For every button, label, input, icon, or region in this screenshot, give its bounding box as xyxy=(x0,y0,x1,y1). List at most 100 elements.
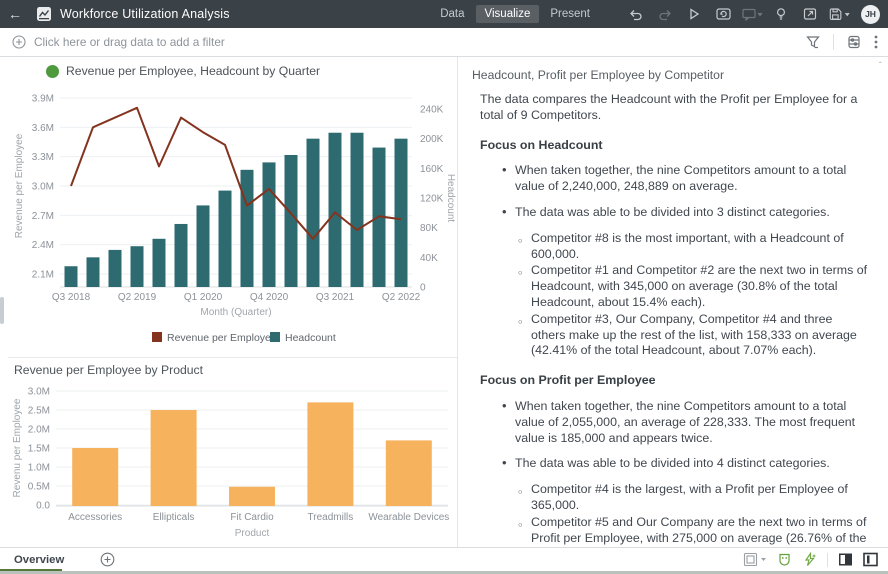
refresh-data-icon[interactable] xyxy=(712,5,734,23)
workbook-icon xyxy=(37,7,51,21)
x-axis-tick: Q2 2019 xyxy=(118,292,157,303)
header-mode-tabs: Data Visualize Present xyxy=(431,5,599,23)
y-axis-tick: 0.5M xyxy=(28,482,50,493)
left-axis-tick: 3.0M xyxy=(32,182,54,193)
analysis-bullet: The data was able to be divided into 4 d… xyxy=(502,455,870,472)
user-avatar[interactable]: JH xyxy=(861,4,880,24)
x-axis-title: Month (Quarter) xyxy=(200,307,271,318)
left-axis-tick: 2.7M xyxy=(32,211,54,222)
bar-treadmills[interactable] xyxy=(307,402,354,506)
right-axis-tick: 160K xyxy=(420,164,444,175)
canvas-tab-overview[interactable]: Overview xyxy=(0,548,82,572)
analysis-section-heading: Focus on Profit per Employee xyxy=(480,373,656,388)
notes-icon[interactable] xyxy=(741,5,763,23)
right-axis-tick: 40K xyxy=(420,253,438,264)
headcount-bars xyxy=(64,132,408,287)
x-axis-tick: Wearable Devices xyxy=(368,512,449,523)
x-axis-tick: Q4 2020 xyxy=(250,292,289,303)
combo-chart-plot: 2.1M 2.4M 2.7M 3.0M 3.3M 3.6M 3.9M 0 40K 80K 120K 1… xyxy=(14,94,456,345)
left-axis-tick: 3.9M xyxy=(32,94,54,105)
right-axis-tick: 200K xyxy=(420,134,444,145)
add-canvas-button[interactable] xyxy=(100,552,115,567)
bar-accessories[interactable] xyxy=(72,448,119,506)
redo-icon[interactable] xyxy=(654,5,676,23)
bar-Q2 2020[interactable] xyxy=(218,190,232,287)
bar-Q4 2019[interactable] xyxy=(174,223,188,287)
canvas-bar: Overview xyxy=(0,547,888,572)
x-axis-tick: Q2 2022 xyxy=(382,292,421,303)
bar-wearable-devices[interactable] xyxy=(385,440,432,506)
auto-insights-text-panel: Headcount, Profit per Employee by Compet… xyxy=(457,57,878,547)
header-tab-data[interactable]: Data xyxy=(431,5,473,23)
left-axis-tick: 3.3M xyxy=(32,152,54,163)
bar-ellipticals[interactable] xyxy=(150,410,197,506)
header-bar: ← Workforce Utilization Analysis Data Vis… xyxy=(0,0,888,28)
bar-Q1 2021[interactable] xyxy=(284,154,298,287)
x-axis-tick: Q1 2020 xyxy=(184,292,223,303)
export-icon[interactable] xyxy=(799,5,821,23)
bar-Q3 2018[interactable] xyxy=(64,266,78,287)
filter-controls-icon[interactable] xyxy=(846,34,862,50)
y-axis-tick: 1.5M xyxy=(28,444,50,455)
x-axis-tick: Treadmills xyxy=(308,512,354,523)
legend-swatch-line[interactable] xyxy=(152,332,162,342)
header-tab-present[interactable]: Present xyxy=(541,5,599,23)
add-filter-target[interactable]: Click here or drag data to add a filter xyxy=(12,35,805,49)
back-button[interactable]: ← xyxy=(0,6,30,22)
x-axis-tick: Ellipticals xyxy=(153,512,195,523)
left-axis-title: Revenue per Employee xyxy=(14,133,25,238)
combo-chart-title: Revenue per Employee, Headcount by Quart… xyxy=(66,64,321,78)
collapse-panel-chevron-icon[interactable]: ˆ xyxy=(879,61,882,70)
bar-fit-cardio[interactable] xyxy=(229,486,275,506)
y-axis-title: Revenu per Employee xyxy=(12,398,23,497)
app-window: ← Workforce Utilization Analysis Data Vis… xyxy=(0,0,888,574)
bar-Q4 2021[interactable] xyxy=(350,132,364,287)
x-axis-tick: Q3 2018 xyxy=(52,292,91,303)
analysis-paragraph: The data compares the Headcount with the… xyxy=(480,92,858,122)
x-axis-tick: Q3 2021 xyxy=(316,292,355,303)
legend-label-bars: Headcount xyxy=(285,332,336,344)
header-tab-visualize[interactable]: Visualize xyxy=(475,5,540,23)
bar-Q1 2020[interactable] xyxy=(196,205,210,287)
canvas-tab-label: Overview xyxy=(14,553,65,566)
bar-Q3 2021[interactable] xyxy=(328,132,342,287)
bar-Q3 2019[interactable] xyxy=(152,238,166,287)
canvas-layout-icon[interactable] xyxy=(743,552,767,567)
right-axis-tick: 0 xyxy=(420,283,426,294)
combo-chart-legend: Revenue per Employee Headcount xyxy=(152,332,336,344)
legend-swatch-bars[interactable] xyxy=(270,332,280,342)
auto-insights-spark-icon[interactable] xyxy=(802,552,817,567)
y-axis-tick: 3.0M xyxy=(28,387,50,398)
left-axis-tick: 2.1M xyxy=(32,270,54,281)
viz-filter-applied-icon[interactable] xyxy=(46,64,59,102)
limit-values-funnel-icon[interactable] xyxy=(805,34,821,50)
legend-label-line: Revenue per Employee xyxy=(167,332,277,344)
right-axis-tick: 240K xyxy=(420,105,444,116)
data-quality-insights-icon[interactable] xyxy=(777,552,792,567)
insights-lightbulb-icon[interactable] xyxy=(770,5,792,23)
bar-Q4 2020[interactable] xyxy=(262,162,276,287)
viz-combo-chart[interactable]: Revenue per Employee, Headcount by Quart… xyxy=(8,57,457,358)
filter-bar-menu-kebab-icon[interactable] xyxy=(874,34,878,50)
analysis-sub-bullet: Competitor #5 and Our Company are the ne… xyxy=(518,515,870,547)
right-axis-tick: 80K xyxy=(420,223,438,234)
bar-Q2 2021[interactable] xyxy=(306,138,320,287)
bar-Q2 2022[interactable] xyxy=(394,138,408,287)
canvas-bar-divider xyxy=(827,552,828,567)
right-axis-tick: 120K xyxy=(420,194,444,205)
left-scrollbar-thumb[interactable] xyxy=(0,297,4,324)
bar-Q1 2019[interactable] xyxy=(108,249,122,287)
toggle-right-panel-icon[interactable] xyxy=(863,552,878,567)
bar-Q3 2020[interactable] xyxy=(240,169,254,287)
preview-play-icon[interactable] xyxy=(683,5,705,23)
toggle-left-panel-icon[interactable] xyxy=(838,552,853,567)
analysis-bullet: The data was able to be divided into 3 d… xyxy=(502,204,870,221)
viz-bar-chart[interactable]: Revenue per Employee by Product 0.0 0.5M 1… xyxy=(8,359,457,547)
workbook-title: Workforce Utilization Analysis xyxy=(60,7,230,21)
bar-Q4 2018[interactable] xyxy=(86,257,100,287)
bar-Q2 2019[interactable] xyxy=(130,246,144,287)
x-axis-tick: Fit Cardio xyxy=(230,512,274,523)
undo-icon[interactable] xyxy=(625,5,647,23)
right-axis-title: Headcount xyxy=(445,174,456,223)
save-icon[interactable] xyxy=(828,5,850,23)
